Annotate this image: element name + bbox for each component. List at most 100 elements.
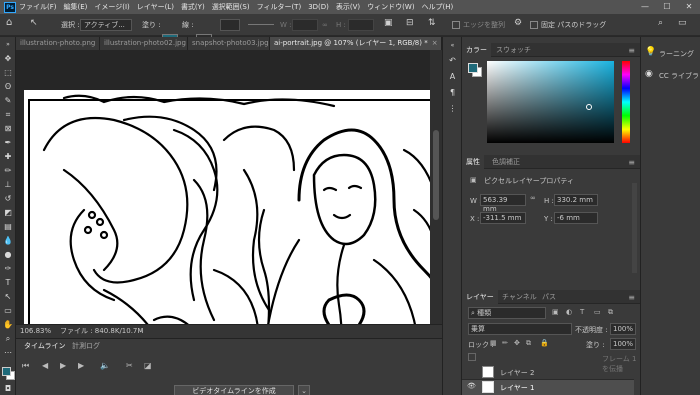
gradient-tool-icon[interactable]: ▤ (2, 221, 14, 232)
split-icon[interactable]: ✂ (126, 361, 133, 370)
menu-image[interactable]: イメージ(I) (94, 2, 129, 12)
zoom-level[interactable]: 106.83% (20, 325, 51, 338)
lock-transparent-icon[interactable]: ▦ (490, 339, 497, 347)
path-alignment-icon[interactable]: ⊟ (406, 17, 414, 29)
scrollbar-thumb[interactable] (433, 130, 439, 220)
layer-filter-dropdown[interactable]: ⌕ 種類 (468, 307, 546, 319)
pen-tool-icon[interactable]: ✑ (2, 263, 14, 274)
eye-icon[interactable]: 👁 (467, 382, 476, 390)
lightbulb-icon[interactable]: 💡 (645, 47, 656, 57)
prev-frame-icon[interactable]: ◀ (42, 361, 48, 370)
collapse-icon[interactable]: » (2, 39, 14, 50)
cc-libraries-icon[interactable]: ◉ (645, 69, 653, 79)
tab-measurement-log[interactable]: 計測ログ (68, 341, 104, 352)
select-dropdown[interactable]: アクティブ... (80, 19, 132, 31)
propagate-frame-checkbox[interactable] (468, 353, 476, 361)
search-icon[interactable]: ⌕ (658, 17, 663, 29)
brush-settings-icon[interactable]: ⋮ (446, 103, 459, 114)
rectangle-tool-icon[interactable]: ▭ (2, 305, 14, 316)
foreground-color-swatch[interactable] (2, 367, 11, 376)
filter-smart-object-icon[interactable]: ⧉ (608, 308, 613, 317)
close-icon[interactable]: × (432, 39, 438, 47)
lock-position-icon[interactable]: ✥ (514, 339, 520, 347)
tab-illustration-photo[interactable]: illustration-photo.png× (16, 37, 100, 50)
layer-row-1[interactable]: 👁 レイヤー 1 (462, 380, 634, 395)
close-window-button[interactable]: ✕ (678, 0, 700, 14)
clone-stamp-tool-icon[interactable]: ⊥ (2, 179, 14, 190)
healing-brush-tool-icon[interactable]: ✚ (2, 151, 14, 162)
path-select-tool-icon[interactable]: ↖ (30, 17, 38, 29)
dodge-tool-icon[interactable]: ● (2, 249, 14, 260)
filter-shape-icon[interactable]: ▭ (594, 308, 601, 316)
menu-3d[interactable]: 3D(D) (308, 3, 329, 11)
canvas-area[interactable] (16, 50, 442, 324)
layer-row-2[interactable]: レイヤー 2 (462, 365, 634, 380)
prop-w-field[interactable]: 563.39 mm (480, 194, 526, 213)
more-tools-icon[interactable]: ⋯ (2, 347, 14, 358)
crop-tool-icon[interactable]: ⌗ (2, 109, 14, 120)
learning-label[interactable]: ラーニング (659, 49, 694, 59)
marquee-tool-icon[interactable]: ⬚ (2, 67, 14, 78)
audio-icon[interactable]: 🔈 (100, 361, 110, 370)
menu-view[interactable]: 表示(V) (336, 2, 360, 12)
link-icon[interactable]: ∞ (322, 19, 328, 31)
first-frame-icon[interactable]: ⏮ (22, 361, 29, 371)
history-brush-tool-icon[interactable]: ↺ (2, 193, 14, 204)
home-icon[interactable]: ⌂ (6, 17, 12, 29)
w-field[interactable] (292, 19, 318, 31)
path-selection-tool-icon[interactable]: ↖ (2, 291, 14, 302)
properties-scrollbar[interactable] (632, 183, 637, 273)
status-chevron-icon[interactable]: › (140, 325, 143, 338)
prop-y-field[interactable]: -6 mm (554, 212, 598, 224)
file-size[interactable]: ファイル : 840.8K/10.7M (60, 325, 143, 338)
cc-libraries-label[interactable]: CC ライブラリ (659, 71, 700, 81)
tab-swatches[interactable]: スウォッチ (492, 43, 535, 57)
opacity-field[interactable]: 100% (610, 323, 636, 335)
menu-help[interactable]: ヘルプ(H) (422, 2, 454, 12)
menu-filter[interactable]: フィルター(T) (257, 2, 302, 12)
menu-select[interactable]: 選択範囲(S) (212, 2, 250, 12)
filter-pixel-icon[interactable]: ▣ (552, 308, 559, 316)
align-edges-checkbox[interactable] (452, 21, 460, 29)
gear-icon[interactable]: ⚙ (514, 17, 522, 29)
paragraph-icon[interactable]: ¶ (446, 87, 459, 98)
visibility-icon[interactable] (468, 368, 476, 376)
color-fg-swatch[interactable] (468, 63, 478, 73)
color-field[interactable] (487, 61, 614, 143)
history-icon[interactable]: ↶ (446, 55, 459, 66)
filter-adjustment-icon[interactable]: ◐ (566, 308, 572, 316)
tab-adjustments[interactable]: 色調補正 (488, 155, 524, 169)
workspace-icon[interactable]: ▭ (678, 17, 687, 29)
panel-menu-icon[interactable]: ≡ (628, 158, 635, 167)
blend-mode-dropdown[interactable]: 乗算 (468, 323, 572, 335)
prop-h-field[interactable]: 330.2 mm (554, 194, 598, 206)
stroke-width-field[interactable] (220, 19, 240, 31)
color-picker-cursor[interactable] (586, 104, 592, 110)
type-tool-icon[interactable]: T (2, 277, 14, 288)
create-video-timeline-button[interactable]: ビデオタイムラインを作成 (174, 385, 294, 395)
tab-layers[interactable]: レイヤー (462, 290, 498, 304)
menu-file[interactable]: ファイル(F) (19, 2, 57, 12)
quick-select-tool-icon[interactable]: ✎ (2, 95, 14, 106)
layer-name[interactable]: レイヤー 2 (500, 368, 534, 378)
tab-ai-portrait[interactable]: ai-portrait.jpg @ 107% (レイヤー 1, RGB/8) *… (270, 37, 442, 50)
menu-type[interactable]: 書式(Y) (181, 2, 205, 12)
lock-artboard-icon[interactable]: ⧉ (526, 339, 531, 348)
layer-name[interactable]: レイヤー 1 (500, 383, 534, 393)
h-field[interactable] (348, 19, 374, 31)
menu-window[interactable]: ウィンドウ(W) (367, 2, 414, 12)
prop-x-field[interactable]: -311.5 mm (480, 212, 526, 224)
collapse-icon[interactable]: « (446, 40, 459, 51)
tab-color[interactable]: カラー (462, 43, 491, 57)
panel-menu-icon[interactable]: ≡ (628, 46, 635, 55)
tab-channels[interactable]: チャンネル (498, 290, 541, 304)
link-icon[interactable]: ∞ (530, 194, 540, 206)
hue-slider[interactable] (622, 61, 630, 143)
lasso-tool-icon[interactable]: ʘ (2, 81, 14, 92)
tab-snapshot-photo03[interactable]: snapshot-photo03.jpg× (188, 37, 270, 50)
tab-illustration-photo02[interactable]: illustration-photo02.jpg× (100, 37, 188, 50)
vertical-scrollbar[interactable] (430, 50, 442, 324)
zoom-tool-icon[interactable]: ⌕ (2, 333, 14, 344)
frame-tool-icon[interactable]: ⊠ (2, 123, 14, 134)
tab-properties[interactable]: 属性 (462, 155, 484, 169)
